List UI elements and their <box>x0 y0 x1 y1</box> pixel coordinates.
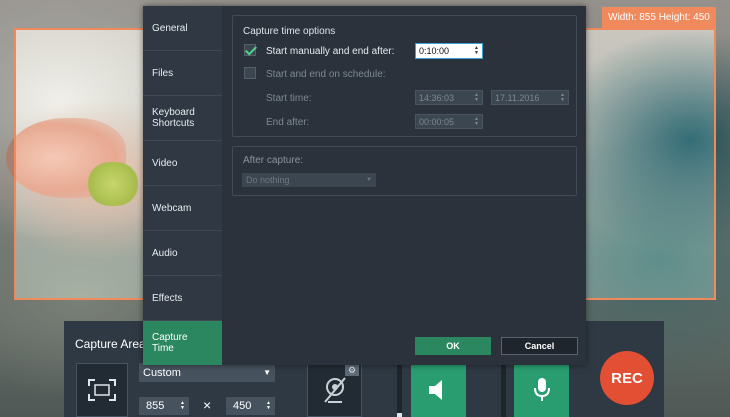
stepper-arrows-icon[interactable]: ▲ ▼ <box>560 92 565 103</box>
capture-time-options-group: Capture time options Start manually and … <box>232 15 577 137</box>
area-preset-value: Custom <box>143 366 181 379</box>
dimension-separator: × <box>203 397 212 413</box>
start-date-value: 17.11.2016 <box>495 92 540 103</box>
start-time-input[interactable]: 14:36:03 ▲ ▼ <box>415 90 483 105</box>
dim-overlay-right <box>716 28 730 300</box>
sidebar-item-label: General <box>152 22 188 34</box>
stepper-arrows-icon[interactable]: ▲ ▼ <box>474 116 479 127</box>
stepper-arrows-icon[interactable]: ▲ ▼ <box>266 401 271 411</box>
sidebar-item-audio[interactable]: Audio <box>143 231 222 276</box>
width-stepper[interactable]: 855 ▲ ▼ <box>139 397 189 415</box>
sidebar-item-general[interactable]: General <box>143 6 222 51</box>
system-audio-volume-slider[interactable] <box>397 365 402 417</box>
after-capture-group: After capture: Do nothing ▼ <box>232 146 577 196</box>
sidebar-item-label: Webcam <box>152 202 192 214</box>
microphone-toggle-button[interactable] <box>514 363 569 417</box>
sidebar-item-label: Audio <box>152 247 178 259</box>
schedule-label: Start and end on schedule: <box>266 69 386 80</box>
start-time-value: 14:36:03 <box>419 92 455 103</box>
manual-duration-input[interactable]: 0:10:00 ▲ ▼ <box>415 43 483 59</box>
settings-dialog: General Files Keyboard Shortcuts Video W… <box>143 6 586 365</box>
dim-overlay-left <box>0 28 14 300</box>
manual-end-label: Start manually and end after: <box>266 46 395 57</box>
sidebar-item-webcam[interactable]: Webcam <box>143 186 222 231</box>
group-title: Capture time options <box>243 26 336 37</box>
height-stepper[interactable]: 450 ▲ ▼ <box>226 397 275 415</box>
sidebar-item-label: Video <box>152 157 178 169</box>
select-area-button[interactable] <box>76 363 128 417</box>
after-capture-dropdown[interactable]: Do nothing ▼ <box>242 173 376 187</box>
chevron-down-icon: ▼ <box>263 368 271 377</box>
capture-size-badge: Width: 855 Height: 450 <box>602 7 716 28</box>
webcam-off-icon <box>323 377 346 403</box>
system-audio-volume-level <box>397 412 402 417</box>
height-value: 450 <box>233 400 252 412</box>
microphone-icon <box>533 378 550 401</box>
stepper-arrows-icon[interactable]: ▲ ▼ <box>474 92 479 103</box>
area-preset-dropdown[interactable]: Custom ▼ <box>139 363 275 382</box>
start-time-label: Start time: <box>266 93 312 104</box>
sidebar-item-keyboard-shortcuts[interactable]: Keyboard Shortcuts <box>143 96 222 141</box>
webcam-settings-gear-icon[interactable]: ⚙ <box>345 364 359 376</box>
rec-button[interactable]: REC <box>600 351 654 405</box>
settings-sidebar: General Files Keyboard Shortcuts Video W… <box>143 6 222 365</box>
sidebar-item-capture-time[interactable]: Capture Time <box>143 321 222 365</box>
capture-area-icon <box>88 379 116 401</box>
schedule-checkbox[interactable] <box>244 67 256 79</box>
sidebar-item-effects[interactable]: Effects <box>143 276 222 321</box>
start-date-input[interactable]: 17.11.2016 ▲ ▼ <box>491 90 569 105</box>
chevron-down-icon: ▼ <box>366 177 372 183</box>
after-capture-value: Do nothing <box>246 175 290 185</box>
end-after-label: End after: <box>266 117 310 128</box>
speaker-icon <box>428 380 442 400</box>
sidebar-item-files[interactable]: Files <box>143 51 222 96</box>
end-after-input[interactable]: 00:00:05 ▲ ▼ <box>415 114 483 129</box>
sidebar-item-label: Keyboard Shortcuts <box>152 107 195 129</box>
width-value: 855 <box>146 400 165 412</box>
end-after-value: 00:00:05 <box>419 116 455 127</box>
microphone-volume-slider[interactable] <box>501 365 506 417</box>
manual-end-checkbox[interactable] <box>244 44 256 56</box>
manual-duration-value: 0:10:00 <box>419 46 450 56</box>
ok-button[interactable]: OK <box>415 337 491 355</box>
sidebar-item-video[interactable]: Video <box>143 141 222 186</box>
cancel-button[interactable]: Cancel <box>501 337 578 355</box>
stepper-arrows-icon[interactable]: ▲ ▼ <box>474 46 479 56</box>
toolbar-title: Capture Area <box>75 337 146 351</box>
settings-panel: Capture time options Start manually and … <box>222 6 586 365</box>
sidebar-item-label: Capture Time <box>152 332 188 354</box>
system-audio-toggle-button[interactable] <box>411 363 466 417</box>
sidebar-item-label: Effects <box>152 292 183 304</box>
group-title: After capture: <box>243 155 304 166</box>
stepper-arrows-icon[interactable]: ▲ ▼ <box>180 401 185 411</box>
sidebar-item-label: Files <box>152 67 174 79</box>
